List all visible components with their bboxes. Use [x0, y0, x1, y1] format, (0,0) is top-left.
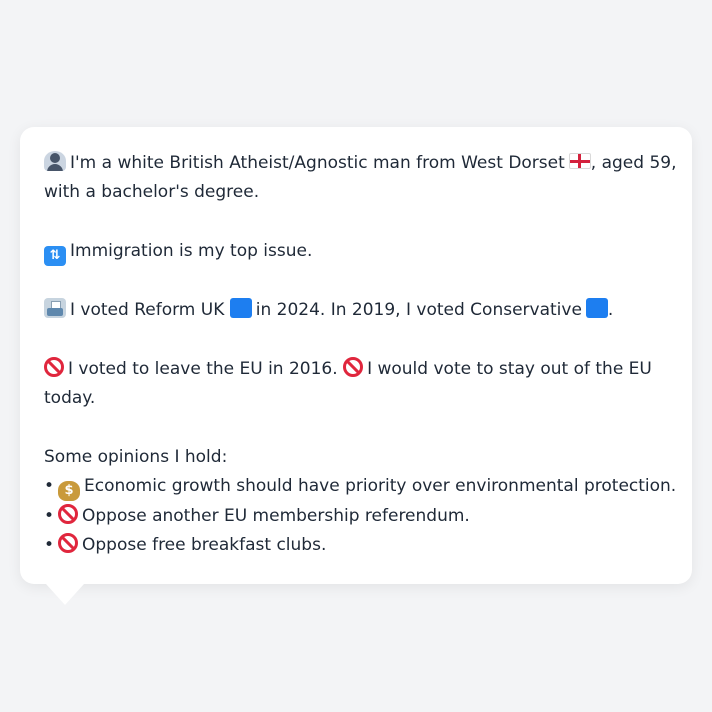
speech-bubble-tail — [46, 584, 84, 605]
identity-line-2: with a bachelor's degree. — [44, 182, 260, 203]
eu-vote-line-2: today. — [44, 388, 96, 409]
opinion-text: Oppose free breakfast clubs. — [82, 535, 327, 556]
money-bag-icon: $ — [58, 481, 80, 502]
passport-control-icon: ⇅ — [44, 246, 66, 267]
ballot-box-icon — [44, 298, 66, 318]
vote-text-1: I voted Reform UK — [70, 300, 225, 320]
identity-line: I'm a white British Atheist/Agnostic man… — [44, 149, 677, 178]
prohibited-icon — [44, 356, 64, 377]
opinion-item: • Oppose another EU membership referendum… — [44, 502, 668, 531]
opinion-text: Economic growth should have priority ove… — [84, 476, 677, 497]
opinion-text: Oppose another EU membership referendum. — [82, 505, 470, 526]
identity-text: I'm a white British Atheist/Agnostic man… — [70, 153, 565, 173]
blue-square-icon — [229, 298, 252, 318]
top-issue-line: ⇅ Immigration is my top issue. — [44, 237, 668, 267]
top-issue-text: Immigration is my top issue. — [70, 241, 313, 262]
vote-history-line: I voted Reform UK in 2024. In 2019, I vo… — [44, 296, 668, 325]
vote-text-2: in 2024. In 2019, I voted Conservative — [255, 300, 582, 320]
eu-text-1: I voted to leave the EU in 2016. — [68, 358, 338, 379]
opinions-heading: Some opinions I hold: — [44, 447, 228, 467]
persona-card: I'm a white British Atheist/Agnostic man… — [20, 127, 692, 605]
identity-age-text: , aged 59, — [590, 153, 677, 173]
opinion-item: • Oppose free breakfast clubs. — [44, 531, 668, 560]
prohibited-icon — [58, 533, 78, 554]
vote-text-3: . — [607, 300, 614, 320]
prohibited-icon — [343, 356, 364, 377]
bullet: • — [44, 535, 55, 556]
blue-square-icon — [585, 298, 608, 318]
opinion-item: • $ Economic growth should have priority o… — [44, 472, 676, 502]
eu-vote-line: I voted to leave the EU in 2016. I would… — [44, 355, 668, 384]
prohibited-icon — [58, 503, 78, 524]
england-flag-icon — [568, 153, 591, 169]
eu-text-2: I would vote to stay out of the EU — [367, 358, 652, 379]
bullet: • — [44, 505, 55, 526]
bust-in-silhouette-icon — [44, 151, 66, 171]
bullet: • — [44, 476, 55, 497]
